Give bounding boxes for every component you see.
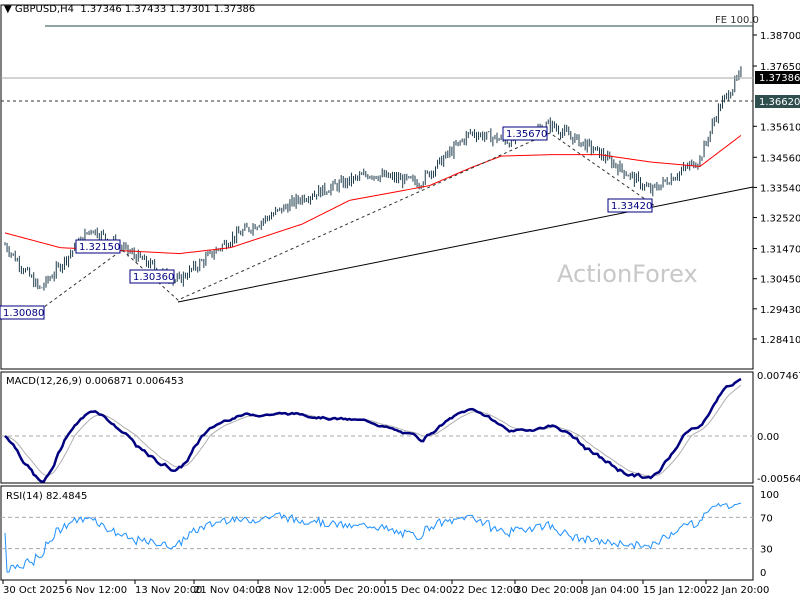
rsi-plot [1, 502, 753, 573]
y-tick-label: 1.35610 [760, 122, 800, 133]
annotation-label: 1.35670 [506, 129, 547, 140]
axes: FE 100.0 1.30080 1.32150 1.30360 1.35670 1.33… [0, 15, 800, 596]
ohlc-values: 1.37346 1.37433 1.37301 1.37386 [80, 4, 256, 15]
fe-label: FE 100.0 [715, 15, 759, 26]
y-tick-label: 1.38700 [760, 31, 800, 42]
annotation-label: 1.30360 [133, 272, 174, 283]
macd-tick-label: 0.007467 [757, 371, 800, 382]
macd-signal-line [4, 384, 742, 477]
price-annotation: 1.30080 [0, 305, 45, 320]
macd-tick-label: 0.00 [757, 432, 779, 443]
x-tick-label: 22 Dec 12:00 [452, 585, 519, 596]
annotation-label: 1.33420 [611, 201, 652, 212]
x-tick-label: 15 Jan 12:00 [643, 585, 706, 596]
x-tick-label: 21 Nov 04:00 [194, 585, 261, 596]
macd-title: MACD(12,26,9) 0.006871 0.006453 [6, 376, 184, 387]
price-annotation: 1.30360 [129, 269, 175, 284]
x-tick-label: 13 Nov 20:00 [135, 585, 202, 596]
macd-line [4, 377, 742, 483]
x-tick-label: 8 Jan 04:00 [582, 585, 639, 596]
y-tick-label: 1.28410 [760, 335, 800, 346]
rsi-panel-border [0, 485, 754, 581]
y-tick-label: 1.30450 [760, 275, 800, 286]
x-tick-label: 6 Nov 12:00 [66, 585, 127, 596]
macd-tick-label: -0.005642 [757, 474, 800, 485]
symbol-label: GBPUSD,H4 [14, 4, 74, 15]
annotation-label: 1.32150 [79, 242, 120, 253]
x-tick-label: 28 Nov 12:00 [258, 585, 325, 596]
x-tick-label: 22 Jan 20:00 [706, 585, 769, 596]
y-tick-label: 1.31470 [760, 245, 800, 256]
level-label: 1.36620 [759, 97, 800, 108]
watermark: ActionForex [557, 260, 698, 288]
y-tick-label: 1.29430 [760, 305, 800, 316]
x-tick-label: 30 Dec 20:00 [515, 585, 582, 596]
annotation-label: 1.30080 [3, 308, 44, 319]
rsi-tick-label: 100 [760, 490, 779, 501]
y-tick-label: 1.33540 [760, 183, 800, 194]
rsi-tick-label: 0 [760, 568, 766, 579]
x-tick-label: 5 Dec 20:00 [325, 585, 386, 596]
price-annotation: 1.32150 [75, 239, 121, 254]
macd-panel-border [0, 371, 754, 484]
x-tick-label: 15 Dec 04:00 [385, 585, 452, 596]
price-annotation: 1.33420 [607, 198, 653, 213]
rsi-tick-label: 30 [760, 545, 773, 556]
x-tick-label: 30 Oct 2025 [3, 585, 65, 596]
rsi-tick-label: 70 [760, 513, 773, 524]
chart-header: ▼ GBPUSD,H4 1.37346 1.37433 1.37301 1.37… [4, 4, 255, 15]
rsi-title: RSI(14) 82.4845 [6, 491, 87, 502]
y-tick-label: 1.32520 [760, 214, 800, 225]
current-price-label: 1.37386 [759, 73, 800, 84]
rsi-line [4, 502, 742, 573]
chart-window: ActionForex FE 100.0 1.30080 1.32150 1.3036… [0, 0, 800, 600]
price-annotation: 1.35670 [502, 126, 548, 141]
y-tick-label: 1.34560 [760, 153, 800, 164]
collapse-arrow-icon[interactable]: ▼ [4, 4, 12, 15]
chart-canvas[interactable]: ActionForex FE 100.0 1.30080 1.32150 1.3036… [0, 0, 800, 600]
macd-plot [1, 377, 753, 483]
